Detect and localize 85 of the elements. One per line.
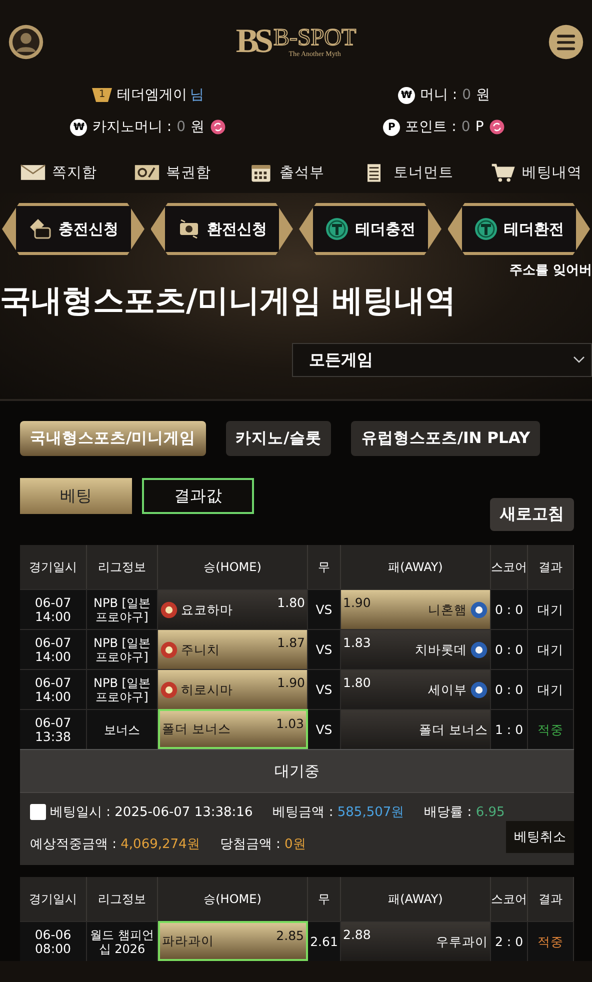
home-odds-cell[interactable]: 주니치 1.87 <box>158 629 308 669</box>
balance-value: 0 <box>461 119 470 135</box>
balance-unit: 원 <box>476 86 490 104</box>
category-tab[interactable]: 유럽형스포츠/IN PLAY <box>351 421 540 456</box>
card-icon <box>28 217 52 241</box>
currency-icon: ₩ <box>398 86 415 104</box>
column-header: 결과 <box>528 877 574 921</box>
logo-text: B-SPOT <box>273 26 356 50</box>
away-odds-cell[interactable]: 2.88 우루과이 <box>341 921 491 961</box>
result-cell: 대기 <box>528 669 574 709</box>
away-odds-cell[interactable]: 1.83 치바롯데 <box>341 629 491 669</box>
action-button[interactable]: 테더충전 <box>299 203 442 255</box>
nav-link[interactable]: 쪽지함 <box>20 162 97 183</box>
balance-unit: P <box>475 119 484 135</box>
bet-info: 베팅일시 : 2025-06-07 13:38:16 <box>50 804 253 821</box>
currency-icon: P <box>383 118 400 136</box>
score-cell: 2 : 0 <box>491 921 528 961</box>
home-odds-cell[interactable]: 히로시마 1.90 <box>158 669 308 709</box>
result-cell: 적중 <box>528 921 574 961</box>
checkbox[interactable] <box>30 804 46 820</box>
view-tab[interactable]: 베팅 <box>20 478 132 514</box>
date-cell: 06-07 14:00 <box>20 669 87 709</box>
action-button[interactable]: 테더환전 <box>448 203 590 255</box>
cart-icon <box>490 162 516 183</box>
away-odds-cell[interactable]: 1.90 니혼햄 <box>341 589 491 629</box>
nav-link[interactable]: 출석부 <box>248 162 324 183</box>
home-odds-cell[interactable]: 파라과이 2.85 <box>158 921 308 961</box>
tether-icon <box>325 217 350 241</box>
page-title: 국내형스포츠/미니게임 베팅내역 <box>0 282 458 321</box>
menu-icon[interactable] <box>548 24 584 60</box>
bet-info: 베팅금액 : 585,507원 <box>272 804 404 821</box>
chevron-down-icon <box>573 356 585 364</box>
profile-icon[interactable] <box>8 24 44 60</box>
cancel-bet-button[interactable]: 베팅취소 <box>506 821 574 853</box>
currency-icon: ₩ <box>70 118 88 136</box>
bet-info: 배당률 : 6.95 <box>424 804 505 821</box>
nav-link[interactable]: 토너먼트 <box>361 162 454 183</box>
action-button[interactable]: 충전신청 <box>2 203 144 255</box>
score-cell: 0 : 0 <box>491 629 528 669</box>
action-button[interactable]: 환전신청 <box>150 203 293 255</box>
column-header: 무 <box>308 877 341 921</box>
column-header: 무 <box>308 545 341 589</box>
date-cell: 06-07 14:00 <box>20 629 87 669</box>
date-cell: 06-07 14:00 <box>20 589 87 629</box>
bet-status: 대기중 <box>20 749 574 792</box>
envelope-icon <box>20 162 46 183</box>
ticket-icon <box>134 162 160 183</box>
nav-link[interactable]: 베팅내역 <box>490 162 582 183</box>
balance-value: 0 <box>176 119 186 135</box>
column-header: 스코어 <box>491 877 528 921</box>
notice-text: 주소를 잊어버 <box>508 262 592 279</box>
balance-unit: 원 <box>190 118 205 136</box>
column-header: 리그정보 <box>87 545 158 589</box>
result-cell: 대기 <box>528 629 574 669</box>
date-cell: 06-06 08:00 <box>20 921 87 961</box>
nav-link[interactable]: 복권함 <box>134 162 211 183</box>
category-tab[interactable]: 카지노/슬롯 <box>226 421 332 456</box>
home-odds-cell[interactable]: 요코하마 1.80 <box>158 589 308 629</box>
logo-monogram: BS <box>236 23 270 61</box>
result-cell: 대기 <box>528 589 574 629</box>
bet-info: 예상적중금액 : 4,069,274원 <box>30 836 200 853</box>
score-cell: 0 : 0 <box>491 589 528 629</box>
refresh-button[interactable]: 새로고침 <box>490 498 574 531</box>
column-header: 스코어 <box>491 545 528 589</box>
honorific: 님 <box>190 86 204 104</box>
column-header: 경기일시 <box>20 877 87 921</box>
convert-icon[interactable] <box>210 119 226 135</box>
column-header: 결과 <box>528 545 574 589</box>
score-cell: 0 : 0 <box>491 669 528 709</box>
away-odds-cell[interactable]: 1.80 세이부 <box>341 669 491 709</box>
column-header: 경기일시 <box>20 545 87 589</box>
balance-label: 포인트 : <box>405 118 456 136</box>
away-odds-cell[interactable]: 폴더 보너스 <box>341 709 491 749</box>
view-tab[interactable]: 결과값 <box>142 478 254 514</box>
game-select[interactable]: 모든게임 <box>292 343 592 377</box>
balance-label: 머니 : <box>420 86 458 104</box>
home-odds-cell[interactable]: 폴더 보너스 1.03 <box>158 709 308 749</box>
tether-icon <box>474 217 498 241</box>
user-name: 테더엠게이 <box>117 86 187 104</box>
bet-info: 당첨금액 : 0원 <box>220 836 306 853</box>
balance-label: 카지노머니 : <box>92 118 172 136</box>
convert-icon[interactable] <box>488 119 505 135</box>
column-header: 리그정보 <box>87 877 158 921</box>
level-badge: 1 <box>92 88 112 102</box>
balance-value: 0 <box>462 87 472 103</box>
